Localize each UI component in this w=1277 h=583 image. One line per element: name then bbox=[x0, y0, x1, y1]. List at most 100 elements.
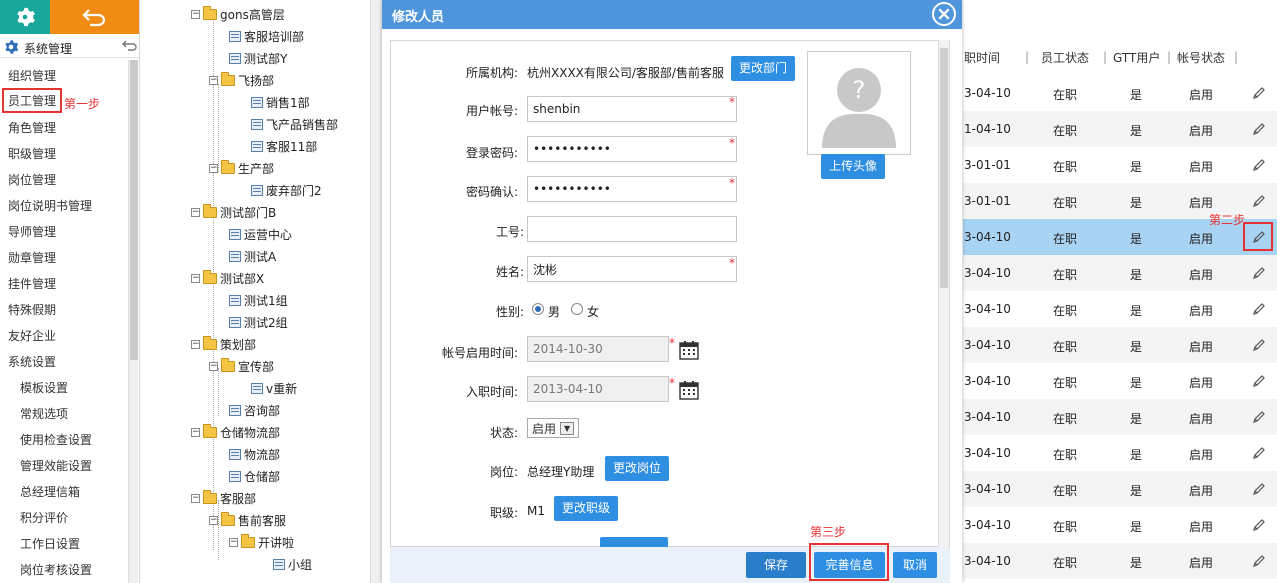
column-header[interactable]: GTT用户 bbox=[1113, 49, 1160, 66]
tree-node[interactable]: − 策划部 bbox=[191, 336, 256, 353]
tree-node[interactable]: − 售前客服 bbox=[209, 512, 286, 529]
table-row[interactable]: 3-04-10 在职 是 启用 bbox=[963, 75, 1277, 111]
sidebar-item-templates[interactable]: 模板设置 bbox=[20, 379, 68, 396]
tree-node[interactable]: v重新 bbox=[251, 380, 297, 397]
table-row[interactable]: 3-04-10 在职 是 启用 bbox=[963, 255, 1277, 291]
tree-node[interactable]: 客服11部 bbox=[251, 138, 317, 155]
sidebar-item-roles[interactable]: 角色管理 bbox=[8, 119, 56, 136]
table-row[interactable]: 3-04-10 在职 是 启用 bbox=[963, 291, 1277, 327]
sidebar-scrollbar[interactable] bbox=[128, 60, 138, 583]
table-row[interactable]: 3-04-10 在职 是 启用 bbox=[963, 543, 1277, 579]
tree-node[interactable]: 小组 bbox=[273, 556, 312, 573]
gender-male-radio[interactable] bbox=[532, 303, 544, 315]
edit-pencil-icon[interactable] bbox=[1252, 518, 1266, 532]
sidebar-item-pendants[interactable]: 挂件管理 bbox=[8, 275, 56, 292]
collapse-toggle-icon[interactable]: − bbox=[229, 538, 238, 547]
change-department-button[interactable]: 更改部门 bbox=[731, 56, 796, 81]
collapse-toggle-icon[interactable]: − bbox=[209, 516, 218, 525]
upload-avatar-button[interactable]: 上传头像 bbox=[821, 154, 886, 179]
scrollbar-thumb[interactable] bbox=[940, 48, 948, 288]
edit-pencil-icon[interactable] bbox=[1252, 194, 1266, 208]
tree-node[interactable]: − 仓储物流部 bbox=[191, 424, 280, 441]
close-button[interactable] bbox=[932, 2, 956, 26]
column-header[interactable]: 员工状态 bbox=[1041, 49, 1089, 66]
table-row[interactable]: 3-04-10 在职 是 启用 bbox=[963, 507, 1277, 543]
tree-node[interactable]: − 测试部门B bbox=[191, 204, 276, 221]
edit-pencil-icon[interactable] bbox=[1252, 482, 1266, 496]
sidebar-item-system-settings[interactable]: 系统设置 bbox=[8, 353, 56, 370]
edit-pencil-icon[interactable] bbox=[1252, 446, 1266, 460]
table-row[interactable]: 3-04-10 在职 是 启用 bbox=[963, 471, 1277, 507]
collapse-toggle-icon[interactable]: − bbox=[209, 362, 218, 371]
sidebar-item-usage-check[interactable]: 使用检查设置 bbox=[20, 431, 92, 448]
collapse-toggle-icon[interactable]: − bbox=[209, 76, 218, 85]
change-rank-button[interactable]: 更改职级 bbox=[554, 496, 619, 521]
edit-pencil-icon[interactable] bbox=[1252, 554, 1266, 568]
calendar-icon[interactable] bbox=[679, 340, 699, 360]
scrollbar-thumb[interactable] bbox=[130, 60, 138, 360]
system-management-header[interactable]: 系统管理 bbox=[0, 36, 139, 58]
tree-node[interactable]: − 宣传部 bbox=[209, 358, 274, 375]
tree-node[interactable]: 测试2组 bbox=[229, 314, 288, 331]
table-row[interactable]: 1-04-10 在职 是 启用 bbox=[963, 111, 1277, 147]
tree-node[interactable]: − 开讲啦 bbox=[229, 534, 294, 551]
tree-node[interactable]: − 客服部 bbox=[191, 490, 256, 507]
sidebar-item-partners[interactable]: 友好企业 bbox=[8, 327, 56, 344]
sidebar-item-post-docs[interactable]: 岗位说明书管理 bbox=[8, 197, 92, 214]
edit-pencil-icon[interactable] bbox=[1252, 158, 1266, 172]
collapse-arrow-icon[interactable] bbox=[122, 39, 138, 53]
sidebar-item-efficiency[interactable]: 管理效能设置 bbox=[20, 457, 92, 474]
sidebar-item-staff[interactable]: 员工管理 bbox=[2, 88, 63, 113]
tree-node[interactable]: 运营中心 bbox=[229, 226, 292, 243]
edit-pencil-icon[interactable] bbox=[1252, 266, 1266, 280]
account-input[interactable] bbox=[527, 96, 737, 122]
edit-pencil-icon[interactable] bbox=[1252, 302, 1266, 316]
tree-node[interactable]: − 测试部X bbox=[191, 270, 264, 287]
partially-hidden-button[interactable] bbox=[600, 537, 668, 547]
sidebar-item-general-options[interactable]: 常规选项 bbox=[20, 405, 68, 422]
tree-node[interactable]: 飞产品销售部 bbox=[251, 116, 338, 133]
employee-number-input[interactable] bbox=[527, 216, 737, 242]
sidebar-item-gm-mailbox[interactable]: 总经理信箱 bbox=[20, 483, 80, 500]
table-row[interactable]: 3-04-10 在职 是 启用 bbox=[963, 435, 1277, 471]
column-header[interactable]: 职时间 bbox=[964, 49, 1000, 66]
tree-node[interactable]: 销售1部 bbox=[251, 94, 310, 111]
tree-node[interactable]: − gons高管层 bbox=[191, 6, 285, 23]
tree-node[interactable]: 测试部Y bbox=[229, 50, 287, 67]
collapse-toggle-icon[interactable]: − bbox=[191, 10, 200, 19]
table-row[interactable]: 3-04-10 在职 是 启用 bbox=[963, 399, 1277, 435]
tree-node[interactable]: 废弃部门2 bbox=[251, 182, 322, 199]
save-button[interactable]: 保存 bbox=[746, 552, 806, 578]
confirm-password-input[interactable] bbox=[527, 176, 737, 202]
edit-pencil-icon[interactable] bbox=[1252, 86, 1266, 100]
tree-scrollbar[interactable] bbox=[370, 0, 382, 583]
sidebar-item-posts[interactable]: 岗位管理 bbox=[8, 171, 56, 188]
sidebar-item-special-leave[interactable]: 特殊假期 bbox=[8, 301, 56, 318]
tree-node[interactable]: 咨询部 bbox=[229, 402, 280, 419]
tree-node[interactable]: 物流部 bbox=[229, 446, 280, 463]
edit-pencil-icon[interactable] bbox=[1252, 374, 1266, 388]
tree-node[interactable]: 客服培训部 bbox=[229, 28, 304, 45]
calendar-icon[interactable] bbox=[679, 380, 699, 400]
enable-date-input[interactable] bbox=[527, 336, 669, 362]
tree-node[interactable]: − 生产部 bbox=[209, 160, 274, 177]
collapse-toggle-icon[interactable]: − bbox=[191, 274, 200, 283]
password-input[interactable] bbox=[527, 136, 737, 162]
sidebar-item-ranks[interactable]: 职级管理 bbox=[8, 145, 56, 162]
tree-node[interactable]: 仓储部 bbox=[229, 468, 280, 485]
back-button[interactable] bbox=[50, 0, 139, 34]
collapse-toggle-icon[interactable]: − bbox=[191, 208, 200, 217]
collapse-toggle-icon[interactable]: − bbox=[191, 340, 200, 349]
sidebar-item-org[interactable]: 组织管理 bbox=[8, 67, 56, 84]
name-input[interactable] bbox=[527, 256, 737, 282]
dialog-scrollbar[interactable] bbox=[938, 40, 949, 547]
table-row[interactable]: 3-01-01 在职 是 启用 bbox=[963, 147, 1277, 183]
sidebar-item-medals[interactable]: 勋章管理 bbox=[8, 249, 56, 266]
sidebar-item-workdays[interactable]: 工作日设置 bbox=[20, 535, 80, 552]
cancel-button[interactable]: 取消 bbox=[893, 552, 937, 578]
join-date-input[interactable] bbox=[527, 376, 669, 402]
tree-node[interactable]: − 飞扬部 bbox=[209, 72, 274, 89]
tree-node[interactable]: 测试A bbox=[229, 248, 276, 265]
edit-pencil-icon[interactable] bbox=[1252, 410, 1266, 424]
collapse-toggle-icon[interactable]: − bbox=[191, 494, 200, 503]
